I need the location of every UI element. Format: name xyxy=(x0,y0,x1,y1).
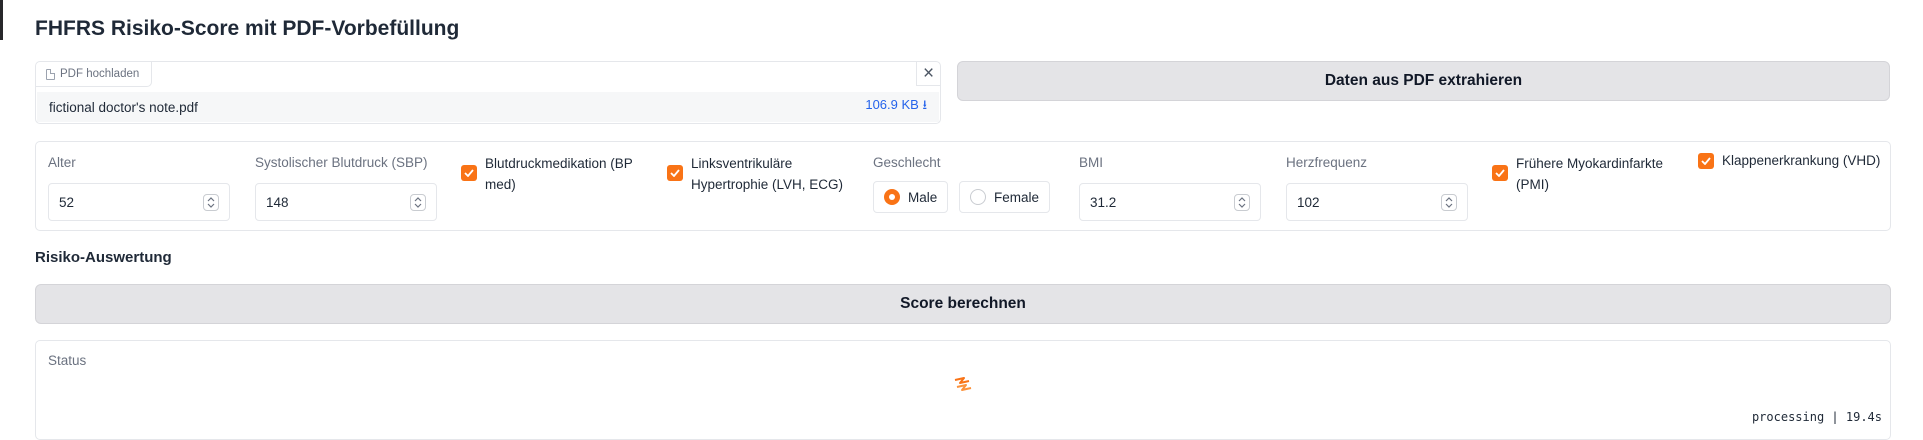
file-name: fictional doctor's note.pdf xyxy=(49,99,198,115)
chevron-up-icon xyxy=(1238,197,1246,202)
close-icon[interactable]: × xyxy=(916,62,940,86)
chevron-down-icon xyxy=(207,203,215,208)
progress-text: processing | 19.4s xyxy=(1751,410,1882,424)
sex-option-female[interactable]: Female xyxy=(959,181,1051,213)
bmi-label: BMI xyxy=(1079,155,1104,170)
lvh-label-line1: Linksventrikuläre xyxy=(691,156,793,171)
heart-rate-stepper[interactable] xyxy=(1441,194,1457,211)
radio-selected-icon xyxy=(884,189,900,205)
heart-rate-label: Herzfrequenz xyxy=(1286,155,1368,170)
status-panel: Status processing | 19.4s xyxy=(35,340,1891,440)
extract-pdf-button[interactable]: Daten aus PDF extrahieren xyxy=(957,61,1890,101)
lvh-label-line2: Hypertrophie (LVH, ECG) xyxy=(691,177,844,192)
age-label: Alter xyxy=(48,155,76,170)
sex-option-male-label: Male xyxy=(908,189,938,205)
vhd-label: Klappenerkrankung (VHD) xyxy=(1722,153,1881,168)
page-title: FHFRS Risiko-Score mit PDF-Vorbefüllung xyxy=(35,17,460,40)
pmi-label-line2: (PMI) xyxy=(1516,177,1549,192)
bmi-value: 31.2 xyxy=(1090,194,1117,210)
bp-med-label-line1: Blutdruckmedikation (BP xyxy=(485,156,633,171)
chevron-down-icon xyxy=(1445,203,1453,208)
checkmark-icon xyxy=(1701,157,1711,165)
file-icon xyxy=(46,68,55,80)
bmi-input[interactable]: 31.2 xyxy=(1079,183,1261,221)
pdf-upload-panel[interactable]: PDF hochladen × fictional doctor's note.… xyxy=(35,61,941,124)
uploaded-file-row: fictional doctor's note.pdf 106.9 KB ⭳ xyxy=(37,92,939,122)
section-title-evaluation: Risiko-Auswertung xyxy=(35,249,172,266)
sbp-stepper[interactable] xyxy=(410,194,426,211)
chevron-down-icon xyxy=(414,203,422,208)
vhd-checkbox[interactable] xyxy=(1698,153,1714,169)
bp-med-label-line2: med) xyxy=(485,177,516,192)
bmi-stepper[interactable] xyxy=(1234,194,1250,211)
checkmark-icon xyxy=(670,169,680,177)
pmi-checkbox[interactable] xyxy=(1492,165,1508,181)
chevron-up-icon xyxy=(207,197,215,202)
upload-tag-label: PDF hochladen xyxy=(60,68,140,80)
sbp-value: 148 xyxy=(266,194,289,210)
bp-med-checkbox[interactable] xyxy=(461,165,477,181)
pmi-label-line1: Frühere Myokardinfarkte xyxy=(1516,156,1664,171)
heart-rate-input[interactable]: 102 xyxy=(1286,183,1468,221)
checkmark-icon xyxy=(1495,169,1505,177)
chevron-down-icon xyxy=(1238,203,1246,208)
calculate-score-button[interactable]: Score berechnen xyxy=(35,284,1891,324)
risk-factor-form: Alter 52 Systolischer Blutdruck (SBP) 14… xyxy=(35,141,1891,231)
heart-rate-value: 102 xyxy=(1297,194,1320,210)
loading-spinner-icon xyxy=(954,377,972,391)
sex-option-female-label: Female xyxy=(994,189,1040,205)
sex-label: Geschlecht xyxy=(873,155,941,170)
radio-unselected-icon xyxy=(970,189,986,205)
sex-option-male[interactable]: Male xyxy=(873,181,949,213)
checkmark-icon xyxy=(464,169,474,177)
chevron-up-icon xyxy=(414,197,422,202)
left-edge-marker xyxy=(0,0,3,40)
status-label: Status xyxy=(48,353,87,368)
age-input[interactable]: 52 xyxy=(48,183,230,221)
chevron-up-icon xyxy=(1445,197,1453,202)
lvh-checkbox[interactable] xyxy=(667,165,683,181)
age-stepper[interactable] xyxy=(203,194,219,211)
sbp-input[interactable]: 148 xyxy=(255,183,437,221)
file-download-link[interactable]: 106.9 KB ⭳ xyxy=(865,96,927,118)
age-value: 52 xyxy=(59,194,75,210)
upload-tag: PDF hochladen xyxy=(36,62,153,87)
sbp-label: Systolischer Blutdruck (SBP) xyxy=(255,155,428,170)
